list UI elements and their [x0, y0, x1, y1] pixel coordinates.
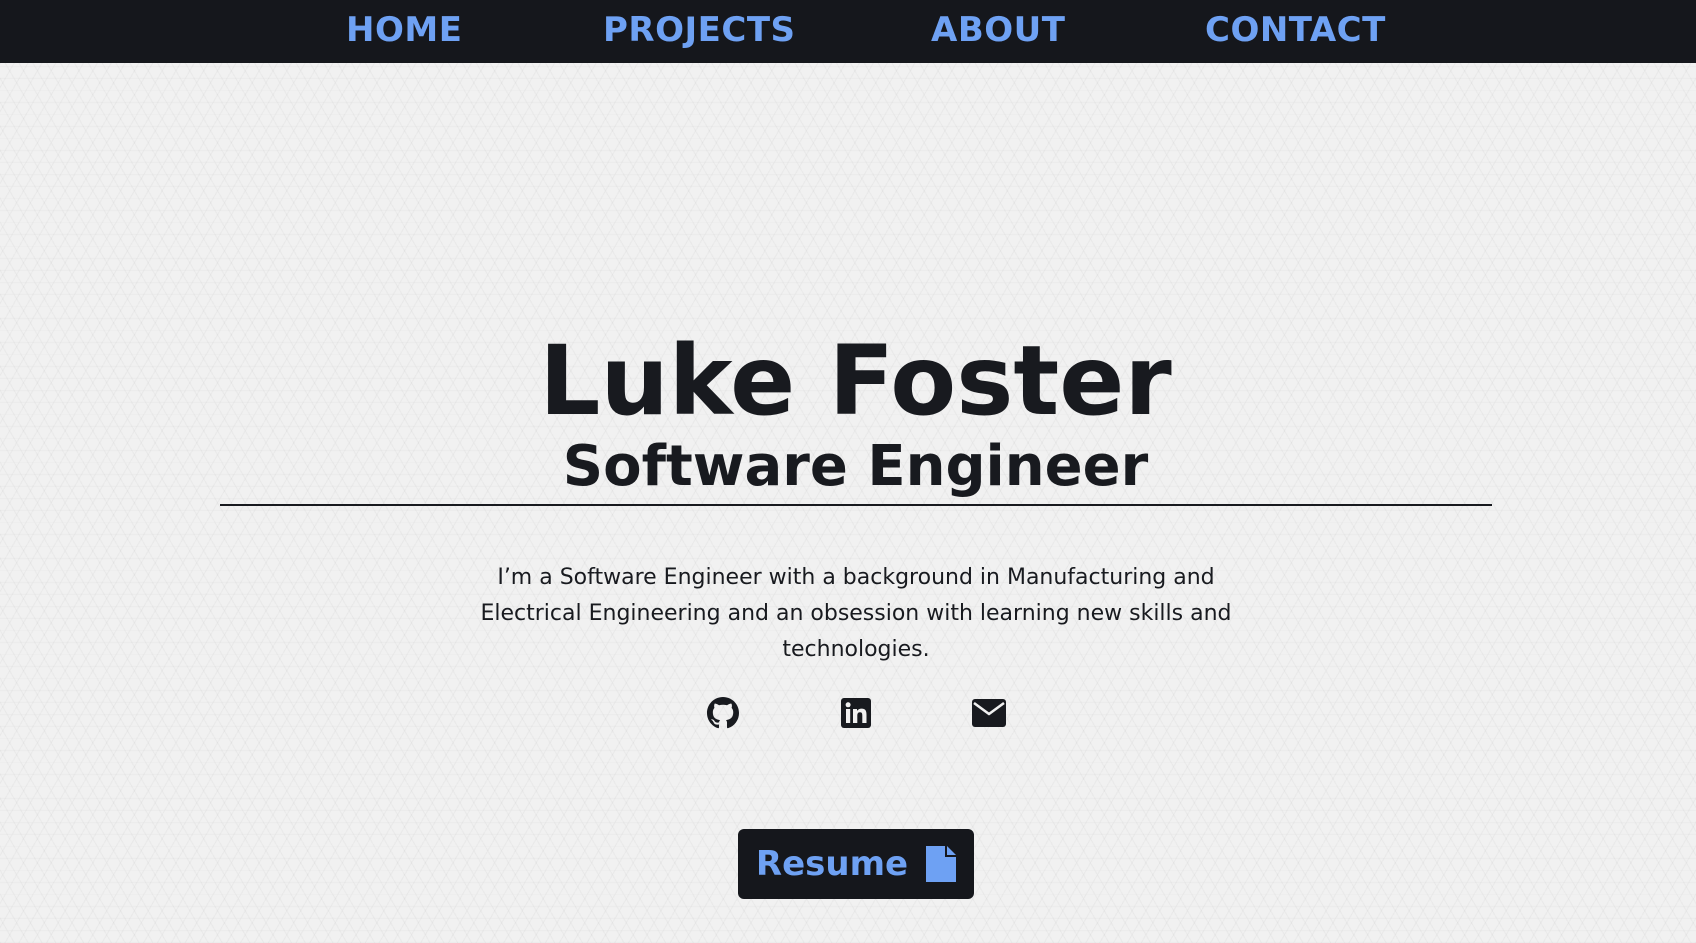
bio-text: I’m a Software Engineer with a backgroun…: [480, 565, 1232, 662]
nav-about-link[interactable]: ABOUT: [931, 0, 1065, 60]
resume-label: Resume: [755, 844, 909, 884]
hero-title: Software Engineer: [562, 434, 1149, 500]
hero-name: Luke Foster: [539, 325, 1172, 438]
github-icon: [707, 697, 739, 729]
nav-contact-link[interactable]: CONTACT: [1205, 0, 1386, 60]
envelope-icon: [972, 699, 1006, 727]
linkedin-icon: [841, 698, 871, 728]
top-navbar: HOME PROJECTS ABOUT CONTACT: [0, 0, 1696, 63]
nav-projects-link[interactable]: PROJECTS: [603, 0, 796, 60]
email-link[interactable]: [969, 693, 1009, 733]
resume-button[interactable]: Resume: [738, 829, 974, 899]
file-icon: [926, 846, 957, 882]
github-link[interactable]: [703, 693, 743, 733]
hero-divider: [220, 504, 1492, 506]
nav-home-link[interactable]: HOME: [346, 0, 462, 60]
linkedin-link[interactable]: [836, 693, 876, 733]
